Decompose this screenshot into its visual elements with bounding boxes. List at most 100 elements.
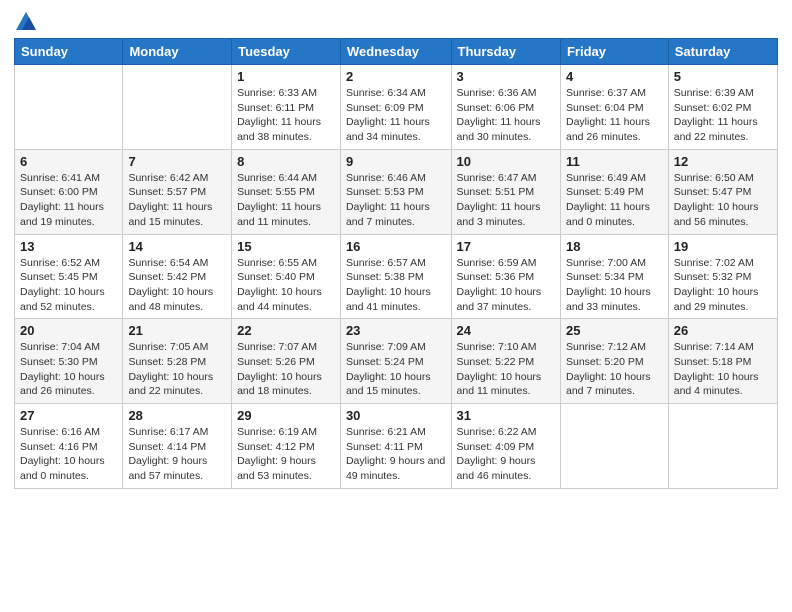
day-info: Sunrise: 7:07 AM Sunset: 5:26 PM Dayligh… [237, 340, 335, 399]
calendar-cell: 12 Sunrise: 6:50 AM Sunset: 5:47 PM Dayli… [668, 149, 777, 234]
day-info: Sunrise: 7:14 AM Sunset: 5:18 PM Dayligh… [674, 340, 772, 399]
day-number: 29 [237, 408, 335, 423]
day-info: Sunrise: 7:04 AM Sunset: 5:30 PM Dayligh… [20, 340, 117, 399]
day-number: 12 [674, 154, 772, 169]
calendar-cell: 31Sunrise: 6:22 AM Sunset: 4:09 PM Dayli… [451, 404, 560, 489]
weekday-header-row: SundayMondayTuesdayWednesdayThursdayFrid… [15, 39, 778, 65]
day-info: Sunrise: 6:37 AM Sunset: 6:04 PM Dayligh… [566, 86, 663, 145]
day-number: 18 [566, 239, 663, 254]
day-info: Sunrise: 6:17 AM Sunset: 4:14 PM Dayligh… [128, 425, 226, 484]
day-number: 7 [128, 154, 226, 169]
day-info: Sunrise: 6:57 AM Sunset: 5:38 PM Dayligh… [346, 256, 446, 315]
calendar-cell [560, 404, 668, 489]
calendar-cell: 6Sunrise: 6:41 AM Sunset: 6:00 PM Daylig… [15, 149, 123, 234]
week-row-5: 27 Sunrise: 6:16 AM Sunset: 4:16 PM Dayli… [15, 404, 778, 489]
day-info: Sunrise: 6:36 AM Sunset: 6:06 PM Dayligh… [457, 86, 555, 145]
day-number: 8 [237, 154, 335, 169]
day-info: Sunrise: 6:39 AM Sunset: 6:02 PM Dayligh… [674, 86, 772, 145]
day-info: Sunrise: 6:42 AM Sunset: 5:57 PM Dayligh… [128, 171, 226, 230]
calendar-cell [15, 65, 123, 150]
page-container: SundayMondayTuesdayWednesdayThursdayFrid… [0, 0, 792, 499]
calendar-cell [668, 404, 777, 489]
calendar-cell: 1Sunrise: 6:33 AM Sunset: 6:11 PM Daylig… [232, 65, 341, 150]
weekday-header-saturday: Saturday [668, 39, 777, 65]
day-number: 9 [346, 154, 446, 169]
day-info: Sunrise: 6:16 AM Sunset: 4:16 PM Dayligh… [20, 425, 117, 484]
calendar-cell: 27 Sunrise: 6:16 AM Sunset: 4:16 PM Dayli… [15, 404, 123, 489]
day-info: Sunrise: 7:10 AM Sunset: 5:22 PM Dayligh… [457, 340, 555, 399]
day-info: Sunrise: 6:54 AM Sunset: 5:42 PM Dayligh… [128, 256, 226, 315]
day-number: 17 [457, 239, 555, 254]
day-info: Sunrise: 6:52 AM Sunset: 5:45 PM Dayligh… [20, 256, 117, 315]
calendar-cell: 23 Sunrise: 7:09 AM Sunset: 5:24 PM Dayli… [340, 319, 451, 404]
day-number: 6 [20, 154, 117, 169]
day-number: 14 [128, 239, 226, 254]
day-number: 19 [674, 239, 772, 254]
weekday-header-tuesday: Tuesday [232, 39, 341, 65]
calendar-cell: 20 Sunrise: 7:04 AM Sunset: 5:30 PM Dayli… [15, 319, 123, 404]
calendar-cell: 22 Sunrise: 7:07 AM Sunset: 5:26 PM Dayli… [232, 319, 341, 404]
calendar-cell: 19 Sunrise: 7:02 AM Sunset: 5:32 PM Dayli… [668, 234, 777, 319]
day-number: 15 [237, 239, 335, 254]
day-info: Sunrise: 6:55 AM Sunset: 5:40 PM Dayligh… [237, 256, 335, 315]
calendar-cell: 16 Sunrise: 6:57 AM Sunset: 5:38 PM Dayli… [340, 234, 451, 319]
day-number: 2 [346, 69, 446, 84]
day-number: 1 [237, 69, 335, 84]
calendar-cell: 17 Sunrise: 6:59 AM Sunset: 5:36 PM Dayli… [451, 234, 560, 319]
calendar-cell: 5 Sunrise: 6:39 AM Sunset: 6:02 PM Daylig… [668, 65, 777, 150]
day-info: Sunrise: 6:59 AM Sunset: 5:36 PM Dayligh… [457, 256, 555, 315]
calendar-cell: 14 Sunrise: 6:54 AM Sunset: 5:42 PM Dayli… [123, 234, 232, 319]
day-info: Sunrise: 6:22 AM Sunset: 4:09 PM Dayligh… [457, 425, 555, 484]
calendar-cell: 15 Sunrise: 6:55 AM Sunset: 5:40 PM Dayli… [232, 234, 341, 319]
calendar-cell: 18 Sunrise: 7:00 AM Sunset: 5:34 PM Dayli… [560, 234, 668, 319]
day-number: 13 [20, 239, 117, 254]
day-number: 16 [346, 239, 446, 254]
day-info: Sunrise: 7:05 AM Sunset: 5:28 PM Dayligh… [128, 340, 226, 399]
day-number: 4 [566, 69, 663, 84]
day-info: Sunrise: 7:12 AM Sunset: 5:20 PM Dayligh… [566, 340, 663, 399]
calendar-cell: 28 Sunrise: 6:17 AM Sunset: 4:14 PM Dayli… [123, 404, 232, 489]
day-number: 3 [457, 69, 555, 84]
day-info: Sunrise: 6:21 AM Sunset: 4:11 PM Dayligh… [346, 425, 446, 484]
day-number: 5 [674, 69, 772, 84]
calendar-cell: 26Sunrise: 7:14 AM Sunset: 5:18 PM Dayli… [668, 319, 777, 404]
day-number: 24 [457, 323, 555, 338]
day-number: 11 [566, 154, 663, 169]
calendar-cell: 10Sunrise: 6:47 AM Sunset: 5:51 PM Dayli… [451, 149, 560, 234]
day-number: 27 [20, 408, 117, 423]
calendar-cell: 7 Sunrise: 6:42 AM Sunset: 5:57 PM Daylig… [123, 149, 232, 234]
calendar-cell: 11 Sunrise: 6:49 AM Sunset: 5:49 PM Dayli… [560, 149, 668, 234]
day-info: Sunrise: 7:00 AM Sunset: 5:34 PM Dayligh… [566, 256, 663, 315]
weekday-header-wednesday: Wednesday [340, 39, 451, 65]
day-info: Sunrise: 6:49 AM Sunset: 5:49 PM Dayligh… [566, 171, 663, 230]
week-row-1: 1Sunrise: 6:33 AM Sunset: 6:11 PM Daylig… [15, 65, 778, 150]
week-row-4: 20 Sunrise: 7:04 AM Sunset: 5:30 PM Dayli… [15, 319, 778, 404]
calendar-cell: 13 Sunrise: 6:52 AM Sunset: 5:45 PM Dayli… [15, 234, 123, 319]
logo [14, 14, 36, 30]
day-number: 23 [346, 323, 446, 338]
day-info: Sunrise: 6:44 AM Sunset: 5:55 PM Dayligh… [237, 171, 335, 230]
week-row-2: 6Sunrise: 6:41 AM Sunset: 6:00 PM Daylig… [15, 149, 778, 234]
calendar-cell: 24 Sunrise: 7:10 AM Sunset: 5:22 PM Dayli… [451, 319, 560, 404]
calendar-cell: 29Sunrise: 6:19 AM Sunset: 4:12 PM Dayli… [232, 404, 341, 489]
day-info: Sunrise: 7:02 AM Sunset: 5:32 PM Dayligh… [674, 256, 772, 315]
day-number: 22 [237, 323, 335, 338]
calendar-cell: 9 Sunrise: 6:46 AM Sunset: 5:53 PM Daylig… [340, 149, 451, 234]
week-row-3: 13 Sunrise: 6:52 AM Sunset: 5:45 PM Dayli… [15, 234, 778, 319]
weekday-header-monday: Monday [123, 39, 232, 65]
day-info: Sunrise: 6:46 AM Sunset: 5:53 PM Dayligh… [346, 171, 446, 230]
calendar-cell: 30 Sunrise: 6:21 AM Sunset: 4:11 PM Dayli… [340, 404, 451, 489]
day-info: Sunrise: 7:09 AM Sunset: 5:24 PM Dayligh… [346, 340, 446, 399]
calendar-table: SundayMondayTuesdayWednesdayThursdayFrid… [14, 38, 778, 489]
weekday-header-thursday: Thursday [451, 39, 560, 65]
day-number: 28 [128, 408, 226, 423]
calendar-cell: 8 Sunrise: 6:44 AM Sunset: 5:55 PM Daylig… [232, 149, 341, 234]
day-number: 20 [20, 323, 117, 338]
day-info: Sunrise: 6:50 AM Sunset: 5:47 PM Dayligh… [674, 171, 772, 230]
calendar-cell: 25 Sunrise: 7:12 AM Sunset: 5:20 PM Dayli… [560, 319, 668, 404]
weekday-header-sunday: Sunday [15, 39, 123, 65]
calendar-cell: 21Sunrise: 7:05 AM Sunset: 5:28 PM Dayli… [123, 319, 232, 404]
day-number: 30 [346, 408, 446, 423]
calendar-cell: 2Sunrise: 6:34 AM Sunset: 6:09 PM Daylig… [340, 65, 451, 150]
day-number: 25 [566, 323, 663, 338]
